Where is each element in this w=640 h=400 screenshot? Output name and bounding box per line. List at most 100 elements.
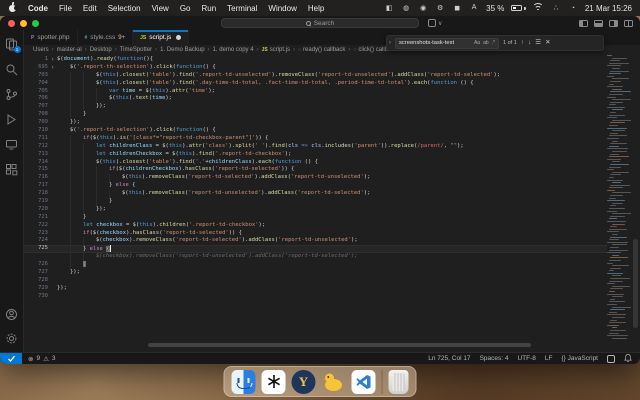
toggle-primary-sidebar-icon[interactable]	[579, 20, 588, 27]
find-in-selection-icon[interactable]: ☰	[535, 40, 541, 47]
sidebar-item-remote-explorer[interactable]	[4, 136, 20, 152]
tab-style.css[interactable]: #style.css9+	[78, 30, 134, 45]
code-line[interactable]: 726}	[24, 261, 607, 269]
find-previous-icon[interactable]: ↑	[521, 40, 524, 47]
breadcrumb-item[interactable]: TimeSpotter	[120, 47, 152, 53]
code-line[interactable]: 707});	[24, 103, 607, 111]
minimize-window-button[interactable]	[20, 20, 27, 27]
code-line[interactable]: 711if($(this).is('[class*="report-td-che…	[24, 135, 607, 143]
status-encoding[interactable]: UTF-8	[517, 355, 535, 362]
close-find-icon[interactable]: ✕	[545, 40, 550, 47]
code-line[interactable]: 714$(this).closest('table').find('.'+chi…	[24, 159, 607, 167]
code-line[interactable]: 695›$('.report-th-selection').click(func…	[24, 64, 607, 72]
fold-collapsed-icon[interactable]: ›	[48, 56, 57, 64]
sidebar-item-source-control[interactable]	[4, 86, 20, 102]
code-line[interactable]: 716$(this).removeClass('report-td-select…	[24, 174, 607, 182]
maximize-window-button[interactable]	[32, 20, 39, 27]
menu-item-edit[interactable]: Edit	[83, 4, 97, 13]
menu-extra-icon-2[interactable]: ◍	[401, 4, 411, 12]
code-line[interactable]: 710$('.report-td-selection').click(funct…	[24, 127, 607, 135]
menu-item-view[interactable]: View	[152, 4, 169, 13]
code-line[interactable]: 723if($(checkbox).hasClass('report-td-se…	[24, 230, 607, 238]
code-line[interactable]: 725} else {	[24, 245, 607, 253]
code-line[interactable]: 703$(this).closest('table').find('.repor…	[24, 72, 607, 80]
code-line[interactable]: 717} else {	[24, 182, 607, 190]
code-line[interactable]: 724$(checkbox).removeClass('report-td-se…	[24, 237, 607, 245]
menu-item-code[interactable]: Code	[28, 4, 48, 13]
customize-layout-icon[interactable]	[624, 20, 633, 27]
whole-word-icon[interactable]: ab	[483, 40, 489, 46]
sidebar-item-run-debug[interactable]	[4, 111, 20, 127]
sidebar-item-extensions[interactable]	[4, 161, 20, 177]
menu-extra-icon-1[interactable]: ◧	[384, 4, 394, 12]
breadcrumb-item[interactable]: Desktop	[90, 47, 112, 53]
code-line[interactable]: 704$(this).closest('table').find('.day-t…	[24, 80, 607, 88]
toggle-replace-chevron[interactable]: ›	[389, 40, 391, 46]
code-line[interactable]: 1›$(document).ready(function(){	[24, 56, 607, 64]
dock-item-trash[interactable]	[389, 370, 409, 394]
user-menu-icon[interactable]: ◔	[568, 5, 578, 12]
code-editor[interactable]: 1›$(document).ready(function(){695›$('.r…	[24, 55, 640, 352]
dock-item-chatgpt[interactable]	[262, 370, 286, 394]
errors-icon[interactable]: ⊗	[28, 355, 33, 363]
code-line[interactable]: 713let childrenCheckbox = $(this).find('…	[24, 151, 607, 159]
sidebar-item-accounts[interactable]	[4, 306, 20, 322]
vertical-scrollbar[interactable]	[632, 55, 639, 352]
code-line[interactable]: 712let childrenClass = $(this).attr('cla…	[24, 143, 607, 151]
menu-item-selection[interactable]: Selection	[108, 4, 141, 13]
status-language[interactable]: {} JavaScript	[562, 355, 599, 362]
breadcrumb-item[interactable]: 1. demo copy 4	[213, 47, 254, 53]
status-eol[interactable]: LF	[545, 355, 553, 362]
code-line[interactable]: 715if($(childrenCheckbox).hasClass('repo…	[24, 166, 607, 174]
breadcrumb-item[interactable]: master-al	[57, 47, 82, 53]
control-center-icon[interactable]: ∴	[551, 4, 561, 12]
dock-item-vscode[interactable]	[352, 370, 376, 394]
code-line[interactable]: 709});	[24, 119, 607, 127]
dock-item-y-app[interactable]: Y	[292, 370, 316, 394]
code-line[interactable]: 718$(this).removeClass('report-td-unsele…	[24, 190, 607, 198]
dirty-indicator-icon[interactable]	[176, 35, 181, 40]
code-line[interactable]: 706$(this).text(time);	[24, 95, 607, 103]
menu-item-run[interactable]: Run	[201, 4, 216, 13]
breadcrumb-item[interactable]: JSscript.js	[262, 47, 290, 53]
toggle-secondary-sidebar-icon[interactable]	[609, 20, 618, 27]
breadcrumb-item[interactable]: ◌ready() callback	[298, 47, 345, 53]
menu-item-file[interactable]: File	[59, 4, 72, 13]
code-line[interactable]: 722let checkbox = $(this).children('.rep…	[24, 222, 607, 230]
menu-extra-icon-5[interactable]: ◼	[452, 4, 462, 12]
breadcrumb-item[interactable]: Users	[33, 47, 49, 53]
status-indentation[interactable]: Spaces: 4	[480, 355, 509, 362]
minimap[interactable]	[607, 55, 631, 352]
menu-item-window[interactable]: Window	[268, 4, 296, 13]
warnings-icon[interactable]: ⚠	[43, 355, 49, 363]
code-line[interactable]: 729});	[24, 285, 607, 293]
code-line[interactable]: 721}	[24, 214, 607, 222]
match-case-icon[interactable]: Aa	[474, 40, 480, 46]
menu-extra-icon-4[interactable]: ⚙	[435, 4, 445, 12]
errors-count[interactable]: 9	[36, 355, 40, 362]
notifications-bell-icon[interactable]	[624, 354, 632, 364]
breadcrumb-item[interactable]: 1. Demo Backup	[160, 47, 204, 53]
menu-item-go[interactable]: Go	[180, 4, 191, 13]
menu-extra-icon-3[interactable]: ◉	[418, 4, 428, 12]
find-input[interactable]: screenshots-task-text Aa ab .*	[395, 38, 499, 49]
menubar-clock[interactable]: 21 Mar 15:26	[585, 4, 632, 13]
copilot-status-icon[interactable]	[607, 355, 615, 363]
code-line[interactable]: 705var time = $(this).attr('time');	[24, 88, 607, 96]
status-cursor-position[interactable]: Ln 725, Col 17	[428, 355, 470, 362]
menu-item-help[interactable]: Help	[308, 4, 324, 13]
command-center-search[interactable]: Search	[221, 18, 419, 28]
code-line[interactable]: 728	[24, 277, 607, 285]
toggle-panel-icon[interactable]	[594, 20, 603, 27]
sidebar-item-search[interactable]	[4, 61, 20, 77]
sidebar-item-settings[interactable]	[4, 330, 20, 346]
menu-item-terminal[interactable]: Terminal	[227, 4, 257, 13]
horizontal-scrollbar[interactable]	[148, 343, 531, 347]
dock-item-cyberduck[interactable]	[322, 370, 346, 394]
warnings-count[interactable]: 3	[52, 355, 56, 362]
tab-spotter.php[interactable]: Pspotter.php	[24, 30, 78, 45]
copilot-menu-button[interactable]: ∨	[428, 19, 442, 27]
code-line-ghost[interactable]: $(checkbox).removeClass('report-td-unsel…	[24, 253, 607, 261]
code-line[interactable]: 727});	[24, 269, 607, 277]
dock-item-finder[interactable]	[232, 370, 256, 394]
